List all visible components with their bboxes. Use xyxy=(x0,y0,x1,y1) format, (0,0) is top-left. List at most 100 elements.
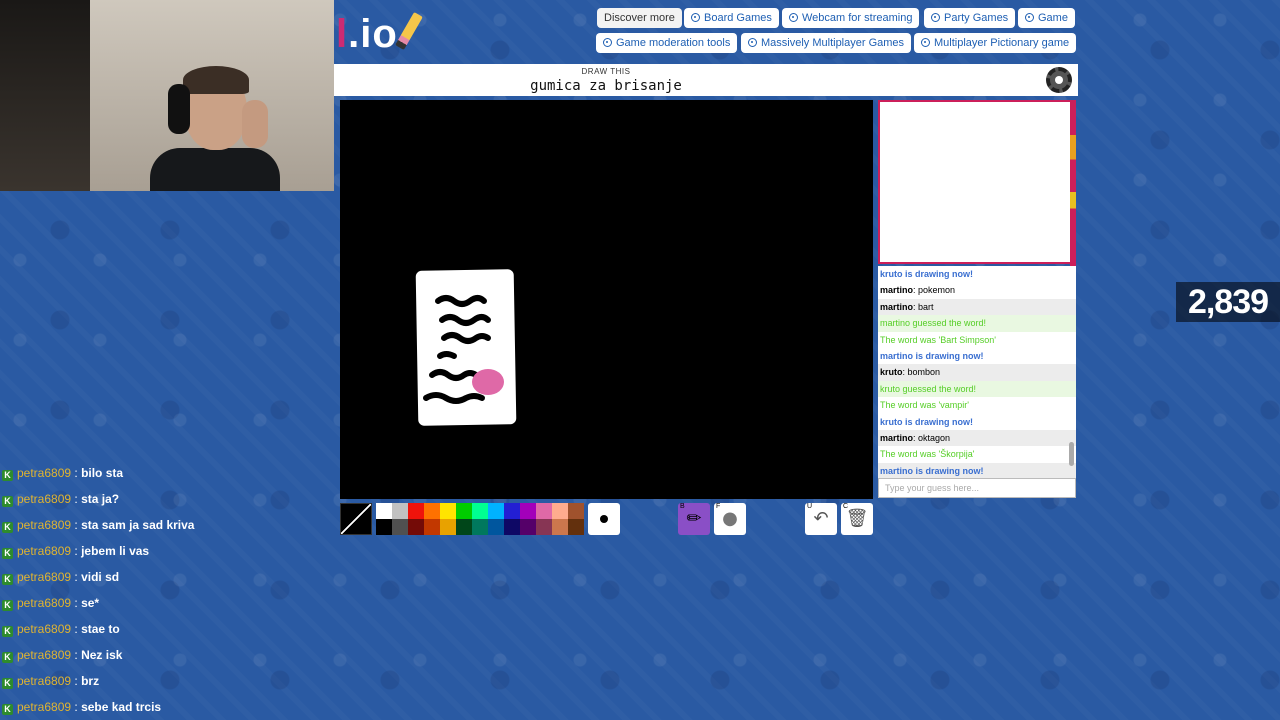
color-swatch[interactable] xyxy=(424,503,440,519)
game-logo[interactable]: l.io xyxy=(336,12,423,56)
chat-message: kruto is drawing now! xyxy=(880,269,974,279)
stroke-3 xyxy=(441,332,491,344)
color-swatch[interactable] xyxy=(488,519,504,535)
undo-button[interactable]: U ↶ xyxy=(805,503,837,535)
stream-chat-row: Kpetra6809 : se* xyxy=(2,590,332,616)
logo-text-2: .io xyxy=(348,12,398,56)
guess-input[interactable] xyxy=(878,478,1076,498)
link-label: Multiplayer Pictionary game xyxy=(934,37,1070,49)
color-swatch[interactable] xyxy=(520,503,536,519)
color-swatch[interactable] xyxy=(568,519,584,535)
webcam-streaming-link[interactable]: Webcam for streaming xyxy=(782,8,920,28)
clear-button[interactable]: C 🗑 xyxy=(841,503,873,535)
party-games-link[interactable]: Party Games xyxy=(924,8,1016,28)
drawing-canvas[interactable] xyxy=(340,100,873,499)
color-swatch[interactable] xyxy=(488,503,504,519)
badge-icon: K xyxy=(2,548,13,559)
compass-icon xyxy=(691,13,700,22)
game-chat: kruto is drawing now! martino: pokemon m… xyxy=(878,266,1076,478)
pictionary-link[interactable]: Multiplayer Pictionary game xyxy=(914,33,1077,53)
link-label: Board Games xyxy=(704,12,772,24)
color-swatch[interactable] xyxy=(536,503,552,519)
stream-chat-overlay: Kpetra6809 : bilo sta Kpetra6809 : sta j… xyxy=(2,460,332,720)
fill-tool-button[interactable]: F ● xyxy=(714,503,746,535)
badge-icon: K xyxy=(2,626,13,637)
badge-icon: K xyxy=(2,522,13,533)
color-swatch[interactable] xyxy=(472,519,488,535)
chat-message: The word was 'vampir' xyxy=(880,400,969,411)
stream-chat-row: Kpetra6809 : bilo sta xyxy=(2,460,332,486)
color-swatch[interactable] xyxy=(520,519,536,535)
current-color-swatch[interactable] xyxy=(340,503,372,535)
bucket-icon: ● xyxy=(722,508,738,529)
badge-icon: K xyxy=(2,678,13,689)
streamer xyxy=(150,66,280,191)
stroke-5 xyxy=(429,369,479,381)
color-swatch[interactable] xyxy=(504,503,520,519)
color-swatch[interactable] xyxy=(408,519,424,535)
stream-chat-row: Kpetra6809 : Nez isk xyxy=(2,642,332,668)
mmo-games-link[interactable]: Massively Multiplayer Games xyxy=(741,33,912,53)
badge-icon: K xyxy=(2,652,13,663)
stream-chat-row: Kpetra6809 : brz xyxy=(2,668,332,694)
color-swatch[interactable] xyxy=(392,519,408,535)
chat-scrollbar[interactable] xyxy=(1069,442,1074,466)
game-moderation-link[interactable]: Game moderation tools xyxy=(596,33,738,53)
stream-chat-row: Kpetra6809 : stae to xyxy=(2,616,332,642)
stream-chat-row: Kpetra6809 : sebe kad trcis xyxy=(2,694,332,720)
stream-chat-row: Kpetra6809 : vidi sd xyxy=(2,564,332,590)
discover-more-link[interactable]: Discover more xyxy=(597,8,682,28)
stream-chat-row: Kpetra6809 : sta ja? xyxy=(2,486,332,512)
color-swatch[interactable] xyxy=(376,519,392,535)
players-panel xyxy=(878,100,1076,266)
game-link[interactable]: Game xyxy=(1018,8,1075,28)
stroke-1 xyxy=(435,295,487,307)
chat-message: martino is drawing now! xyxy=(880,350,984,361)
color-swatch[interactable] xyxy=(504,519,520,535)
pencil-icon: ✏ xyxy=(686,508,702,529)
compass-icon xyxy=(748,38,757,47)
pen-tool-button[interactable]: B ✏ xyxy=(678,503,710,535)
current-word: gumica za brisanje xyxy=(530,78,682,94)
stream-chat-row: Kpetra6809 : sta sam ja sad kriva xyxy=(2,512,332,538)
color-swatch[interactable] xyxy=(472,503,488,519)
stroke-2 xyxy=(439,314,491,326)
compass-icon xyxy=(603,38,612,47)
color-swatch[interactable] xyxy=(408,503,424,519)
color-swatch[interactable] xyxy=(376,503,392,519)
score-counter: 2,839 xyxy=(1176,282,1280,322)
settings-gear-icon[interactable] xyxy=(1046,67,1072,93)
color-swatch[interactable] xyxy=(440,519,456,535)
chat-message: martino: pokemon xyxy=(880,285,956,296)
chat-message: kruto: bombon xyxy=(878,364,1076,381)
link-label: Webcam for streaming xyxy=(802,12,913,24)
link-label: Discover more xyxy=(604,12,675,24)
chat-message: martino: oktagon xyxy=(878,429,1076,447)
compass-icon xyxy=(789,13,798,22)
stroke-4 xyxy=(437,351,457,359)
color-swatch[interactable] xyxy=(440,503,456,519)
compass-icon xyxy=(1025,13,1034,22)
color-swatch[interactable] xyxy=(392,503,408,519)
color-swatch[interactable] xyxy=(424,519,440,535)
chat-message: martino is drawing now! xyxy=(878,462,1076,478)
brush-size-button[interactable] xyxy=(588,503,620,535)
link-label: Game moderation tools xyxy=(616,37,731,49)
link-label: Game xyxy=(1038,12,1068,24)
players-scrollbar[interactable] xyxy=(1070,102,1076,266)
color-swatch[interactable] xyxy=(536,519,552,535)
chat-message: kruto guessed the word! xyxy=(878,380,1076,398)
color-swatch[interactable] xyxy=(456,503,472,519)
chat-message: martino guessed the word! xyxy=(878,315,1076,332)
color-swatch[interactable] xyxy=(568,503,584,519)
color-swatch[interactable] xyxy=(456,519,472,535)
color-swatch[interactable] xyxy=(552,503,568,519)
board-games-link[interactable]: Board Games xyxy=(684,8,779,28)
drawing-strokes xyxy=(423,295,504,404)
stream-chat-row: Kpetra6809 : jebem li vas xyxy=(2,538,332,564)
chat-message: kruto is drawing now! xyxy=(880,416,974,427)
logo-text-1: l xyxy=(336,12,349,56)
webcam-door xyxy=(0,0,90,191)
badge-icon: K xyxy=(2,574,13,585)
color-swatch[interactable] xyxy=(552,519,568,535)
